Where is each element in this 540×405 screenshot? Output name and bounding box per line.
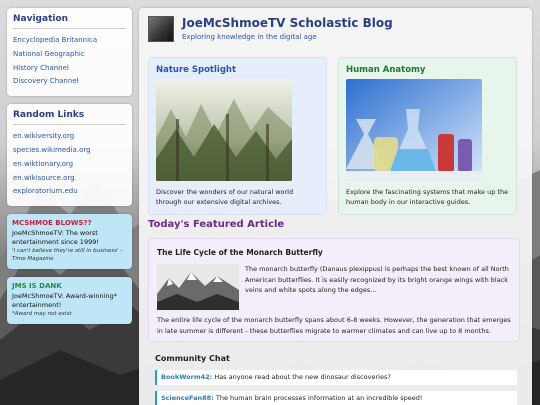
card-title: Human Anatomy: [346, 65, 426, 75]
card-description: Explore the fascinating systems that mak…: [346, 188, 509, 206]
mountain-thumbnail: [157, 264, 239, 310]
ad-title: MCSHMOE BLOWS??: [12, 219, 92, 228]
random-links-title: Random Links: [13, 110, 126, 126]
forest-image: [156, 79, 292, 181]
random-links-panel: Random Links en.wikiversity.org species.…: [7, 104, 132, 207]
random-link-wikisource[interactable]: en.wikisource.org: [13, 172, 126, 186]
chat-message: ScienceFan88: The human brain processes …: [155, 391, 517, 405]
chat-username[interactable]: ScienceFan88:: [161, 394, 214, 402]
random-link-wikiversity[interactable]: en.wikiversity.org: [13, 130, 126, 144]
navigation-panel: Navigation Encyclopedia Britannica Natio…: [7, 8, 132, 97]
page-subtitle: Exploring knowledge in the digital age: [182, 33, 317, 41]
sidebar: Navigation Encyclopedia Britannica Natio…: [7, 8, 132, 332]
ad-title: JMS IS DANK: [12, 282, 62, 291]
card-title: Nature Spotlight: [156, 65, 237, 75]
featured-article[interactable]: The Life Cycle of the Monarch Butterfly …: [148, 238, 520, 342]
ad-box-1[interactable]: MCSHMOE BLOWS?? JoeMcShmoeTV: The worst …: [7, 214, 132, 270]
nav-link-natgeo[interactable]: National Geographic: [13, 48, 126, 62]
chat-text: The human brain processes information at…: [213, 394, 423, 402]
chat-message: BookWorm42: Has anyone read about the ne…: [155, 370, 517, 385]
random-link-wiktionary[interactable]: en.wiktionary.org: [13, 158, 126, 172]
lab-flasks-image: [346, 79, 482, 181]
random-link-exploratorium[interactable]: exploratorium.edu: [13, 185, 126, 199]
human-anatomy-card[interactable]: Human Anatomy Explore the fascinating sy…: [338, 57, 517, 215]
nav-link-history[interactable]: History Channel: [13, 62, 126, 76]
random-link-species[interactable]: species.wikimedia.org: [13, 144, 126, 158]
card-description: Discover the wonders of our natural worl…: [156, 188, 294, 206]
featured-heading: Today's Featured Article: [148, 219, 285, 230]
blog-header: JoeMcShmoeTV Scholastic Blog Exploring k…: [148, 16, 393, 42]
chat-username[interactable]: BookWorm42:: [161, 373, 212, 381]
nav-link-britannica[interactable]: Encyclopedia Britannica: [13, 34, 126, 48]
navigation-title: Navigation: [13, 14, 126, 29]
ad-box-2[interactable]: JMS IS DANK JoeMcShmoeTV: Award-winning*…: [7, 277, 132, 325]
article-body: The entire life cycle of the monarch but…: [157, 316, 511, 335]
page-title: JoeMcShmoeTV Scholastic Blog: [182, 16, 393, 30]
nature-spotlight-card[interactable]: Nature Spotlight Discover the wonders of…: [148, 57, 327, 215]
ad-text: JoeMcShmoeTV: The worst entertainment si…: [12, 229, 99, 247]
chat-text: Has anyone read about the new dinosaur d…: [212, 373, 391, 381]
ad-quote: *Award may not exist: [12, 311, 72, 318]
community-chat-heading: Community Chat: [155, 354, 230, 363]
main-content: JoeMcShmoeTV Scholastic Blog Exploring k…: [139, 8, 532, 405]
ad-text: JoeMcShmoeTV: Award-winning* entertainme…: [12, 292, 117, 310]
blog-logo: [148, 16, 174, 42]
ad-quote: 'I can't believe they're still in busine…: [12, 248, 123, 263]
article-title: The Life Cycle of the Monarch Butterfly: [157, 248, 323, 257]
nav-link-discovery[interactable]: Discovery Channel: [13, 75, 126, 89]
